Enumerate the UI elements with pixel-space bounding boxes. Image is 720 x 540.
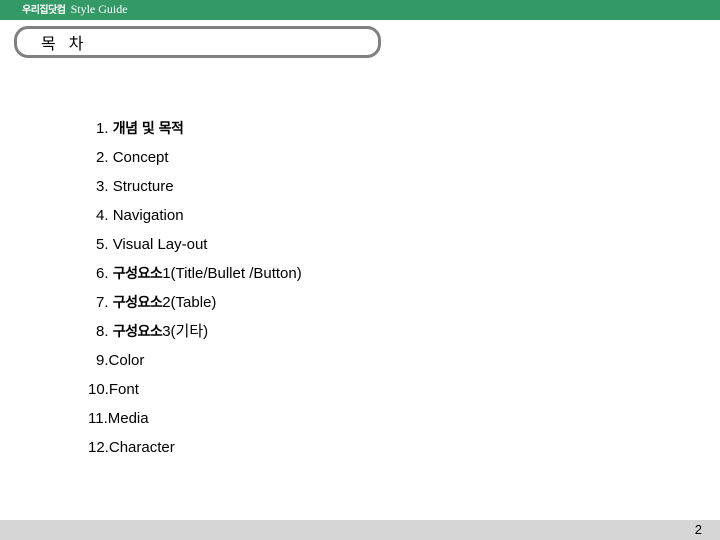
toc-item-3[interactable]: 3. Structure <box>0 172 302 201</box>
toc-item-10[interactable]: 10.Font <box>0 375 302 404</box>
toc-item-number: 5. <box>96 236 113 253</box>
toc-item-6[interactable]: 6. 구성요소1(Title/Bullet /Button) <box>0 259 302 288</box>
toc-item-5[interactable]: 5. Visual Lay-out <box>0 230 302 259</box>
toc-item-label: Visual Lay-out <box>112 236 208 253</box>
toc-item-number: 4. <box>96 207 113 224</box>
toc-item-label-korean: 개념 및 목적 <box>112 121 184 137</box>
toc-item-label: Media <box>107 410 149 427</box>
toc-item-1[interactable]: 1. 개념 및 목적 <box>0 114 302 143</box>
footer-bar: 2 <box>0 520 720 540</box>
toc-item-number: 2. <box>96 149 113 166</box>
toc-item-label-korean: 구성요소 <box>112 324 163 340</box>
toc-item-label: Font <box>108 381 139 398</box>
toc-item-label: Character <box>108 439 175 456</box>
toc-item-11[interactable]: 11.Media <box>0 404 302 433</box>
toc-item-9[interactable]: 9.Color <box>0 346 302 375</box>
toc-item-label: 3(기타) <box>162 323 209 340</box>
page-number: 2 <box>694 522 702 537</box>
toc-item-number: 9. <box>96 352 109 369</box>
header-title-english: Style Guide <box>70 2 128 16</box>
toc-item-7[interactable]: 7. 구성요소2(Table) <box>0 288 302 317</box>
toc-item-label: 1(Title/Bullet /Button) <box>162 265 302 282</box>
toc-item-label: Structure <box>112 178 174 195</box>
toc-item-label: Navigation <box>112 207 184 224</box>
toc-item-number: 3. <box>96 178 113 195</box>
table-of-contents: 1. 개념 및 목적 2. Concept 3. Structure 4. Na… <box>0 114 302 462</box>
toc-item-number: 10. <box>88 381 109 398</box>
toc-item-4[interactable]: 4. Navigation <box>0 201 302 230</box>
header-title: 우리집닷컴 Style Guide <box>22 0 128 21</box>
toc-item-number: 8. <box>96 323 113 340</box>
toc-item-label: 2(Table) <box>162 294 217 311</box>
toc-item-label: Concept <box>112 149 169 166</box>
toc-item-label: Color <box>108 352 145 369</box>
header-bar: 우리집닷컴 Style Guide <box>0 0 720 20</box>
toc-item-number: 11. <box>88 410 108 427</box>
toc-item-number: 1. <box>96 120 113 137</box>
toc-item-label-korean: 구성요소 <box>112 266 163 282</box>
toc-item-label-korean: 구성요소 <box>112 295 163 311</box>
slide-page: 우리집닷컴 Style Guide 목 차 1. 개념 및 목적 2. Conc… <box>0 0 720 540</box>
toc-item-number: 7. <box>96 294 113 311</box>
toc-item-2[interactable]: 2. Concept <box>0 143 302 172</box>
toc-item-12[interactable]: 12.Character <box>0 433 302 462</box>
section-title-box: 목 차 <box>14 26 381 58</box>
header-title-korean: 우리집닷컴 <box>22 5 66 16</box>
section-title: 목 차 <box>41 34 88 53</box>
toc-item-8[interactable]: 8. 구성요소3(기타) <box>0 317 302 346</box>
toc-item-number: 6. <box>96 265 113 282</box>
toc-item-number: 12. <box>88 439 109 456</box>
